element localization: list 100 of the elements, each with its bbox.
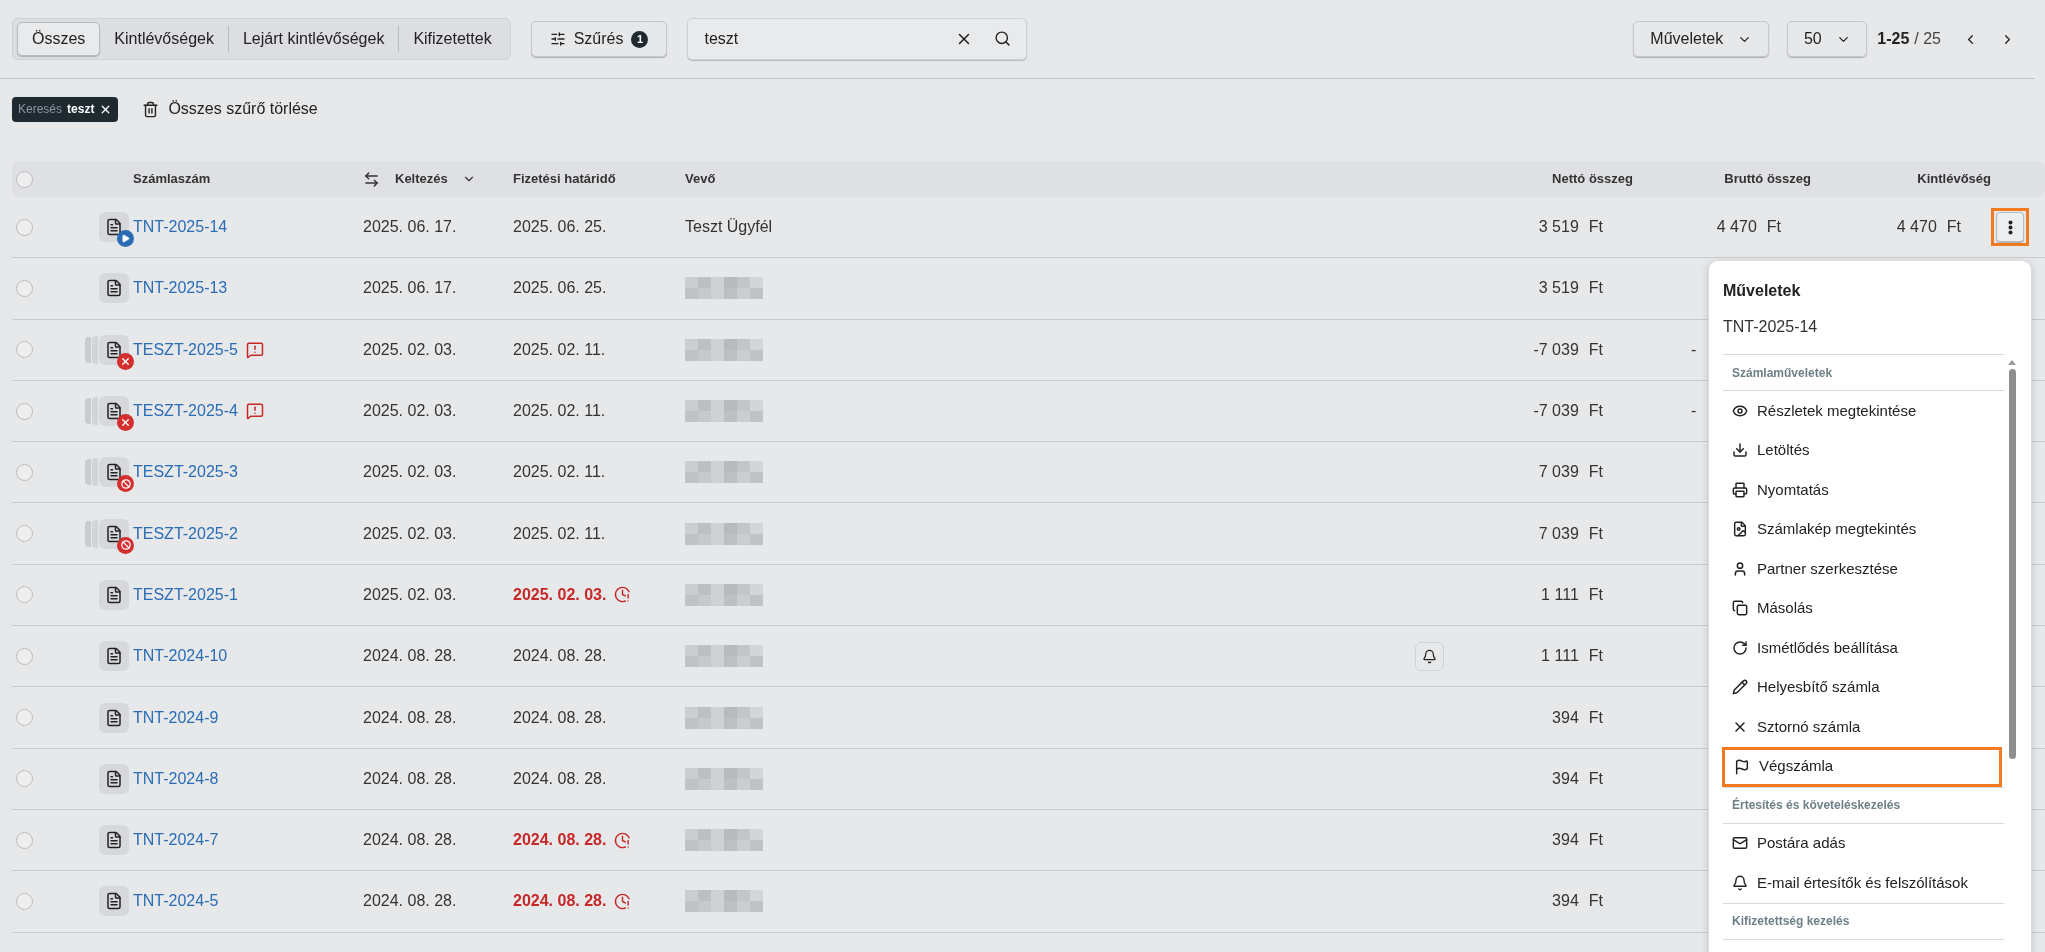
column-header: Bruttó összeg [1724,170,1811,189]
invoice-number-link[interactable]: TNT-2025-14 [133,215,228,240]
filter-button[interactable]: Szűrés 1 [530,21,668,57]
menu-subtitle: TNT-2025-14 [1723,317,1819,337]
invoice-number-link[interactable]: TNT-2024-5 [133,889,219,914]
select-all-checkbox[interactable] [16,170,33,188]
count-badge: 1 [631,30,649,48]
net-amount: 1 111 [1541,646,1579,667]
overdue-clock-icon [614,586,632,604]
row-checkbox[interactable] [16,525,33,543]
row-checkbox[interactable] [16,831,33,849]
due-date: 2025. 02. 11. [513,339,606,360]
menu-item[interactable]: E-mail értesítők és felszólítások [1723,863,2003,903]
gross-amount: 4 470 [1716,217,1757,238]
row-checkbox[interactable] [16,279,33,297]
currency-label: Ft [1588,339,1603,360]
overdue-clock-icon [614,892,632,910]
clear-filters-button[interactable]: Összes szűrő törlése [142,97,318,121]
net-amount: 1 111 [1541,584,1579,605]
menu-item[interactable]: Ismétlődés beállítása [1723,628,2003,668]
invoice-number-link[interactable]: TESZT-2025-3 [133,460,238,485]
column-header: Vevő [685,170,716,189]
row-menu-button[interactable] [1991,208,2029,247]
sort-toggle-icon[interactable] [363,170,380,188]
menu-item[interactable]: Letöltés [1723,430,2003,470]
row-checkbox[interactable] [16,586,33,604]
issue-date: 2025. 02. 03. [363,339,458,360]
row-checkbox[interactable] [16,770,33,788]
currency-label: Ft [1588,891,1603,912]
trash-icon [142,100,160,118]
issue-date: 2025. 06. 17. [363,217,458,238]
row-checkbox[interactable] [16,647,33,665]
net-amount: 3 519 [1538,217,1579,238]
tab[interactable]: Összes [17,22,101,56]
menu-section-label: Számlaműveletek [1723,355,2004,391]
search-icon[interactable] [994,30,1012,47]
menu-item[interactable]: Másolás [1723,588,2003,628]
menu-item[interactable]: Részletek megtekintése [1723,391,2003,431]
net-amount: 394 [1552,707,1579,728]
row-checkbox[interactable] [16,341,33,359]
menu-item[interactable]: Végszámla [1722,746,2002,787]
reminder-button[interactable] [1415,641,1444,671]
row-checkbox[interactable] [16,463,33,481]
invoice-number-link[interactable]: TESZT-2025-2 [133,521,238,546]
due-date: 2025. 02. 03. [513,584,607,605]
search-field[interactable]: teszt [687,18,1028,60]
invoice-number-link[interactable]: TESZT-2025-4 [133,399,238,424]
menu-item[interactable]: Helyesbítő számla [1723,667,2003,707]
menu-item[interactable]: Postára adás [1723,823,2003,863]
chip-label: Keresés [18,101,63,118]
menu-title: Műveletek [1723,281,1802,301]
issue-date: 2024. 08. 28. [363,891,458,912]
issue-date: 2025. 02. 03. [363,584,458,605]
actions-dropdown[interactable]: Műveletek [1633,21,1770,57]
net-amount: 3 519 [1538,278,1579,299]
row-checkbox[interactable] [16,218,33,236]
row-checkbox[interactable] [16,402,33,420]
due-date: 2025. 02. 11. [513,401,606,422]
due-date: 2024. 08. 28. [513,891,607,912]
menu-item[interactable]: Nyomtatás [1723,470,2003,510]
invoice-number-link[interactable]: TESZT-2025-1 [133,582,238,607]
net-amount: -7 039 [1533,339,1579,360]
currency-label: Ft [1588,462,1603,483]
currency-label: Ft [1588,584,1603,605]
row-checkbox[interactable] [16,709,33,726]
invoice-number-link[interactable]: TNT-2025-13 [133,276,228,301]
tab[interactable]: Kintlévőségek [100,22,228,56]
invoice-number-link[interactable]: TNT-2024-7 [133,828,219,853]
issue-date: 2024. 08. 28. [363,768,458,789]
filter-icon [549,31,566,47]
menu-item[interactable]: Sztornó számla [1723,707,2003,747]
outstanding-amount: 4 470 [1896,217,1937,238]
page-size-dropdown[interactable]: 50 [1787,21,1868,57]
net-amount: 394 [1552,768,1579,789]
tab[interactable]: Kifizetettek [399,22,506,56]
overdue-clock-icon [614,831,632,849]
currency-label: Ft [1766,217,1781,238]
invoice-number-link[interactable]: TESZT-2025-5 [133,337,238,362]
due-date: 2024. 08. 28. [513,646,607,667]
invoice-number-link[interactable]: TNT-2024-8 [133,766,219,791]
column-header[interactable]: Keltezés [395,169,448,189]
row-checkbox[interactable] [16,892,33,910]
currency-label: Ft [1588,523,1603,544]
invoice-number-link[interactable]: TNT-2024-9 [133,705,219,730]
gross-amount: - [1691,339,1697,360]
currency-label: Ft [1588,768,1603,789]
file-image-icon [1732,521,1748,538]
due-date: 2024. 08. 28. [513,768,607,789]
net-amount: 7 039 [1538,462,1579,483]
bell-icon [1422,648,1437,664]
customer-name: Teszt Ügyfél [685,217,773,238]
invoice-number-link[interactable]: TNT-2024-10 [133,644,228,669]
page-range: 1-25 [1877,29,1910,49]
tab[interactable]: Lejárt kintlévőségek [228,22,399,56]
issue-date: 2025. 02. 03. [363,523,458,544]
menu-item[interactable]: Partner szerkesztése [1723,549,2003,589]
flag-icon [1734,758,1750,775]
menu-item[interactable]: Számlakép megtekintés [1723,509,2003,549]
kebab-icon [2007,219,2013,235]
due-date: 2025. 02. 11. [513,462,606,483]
